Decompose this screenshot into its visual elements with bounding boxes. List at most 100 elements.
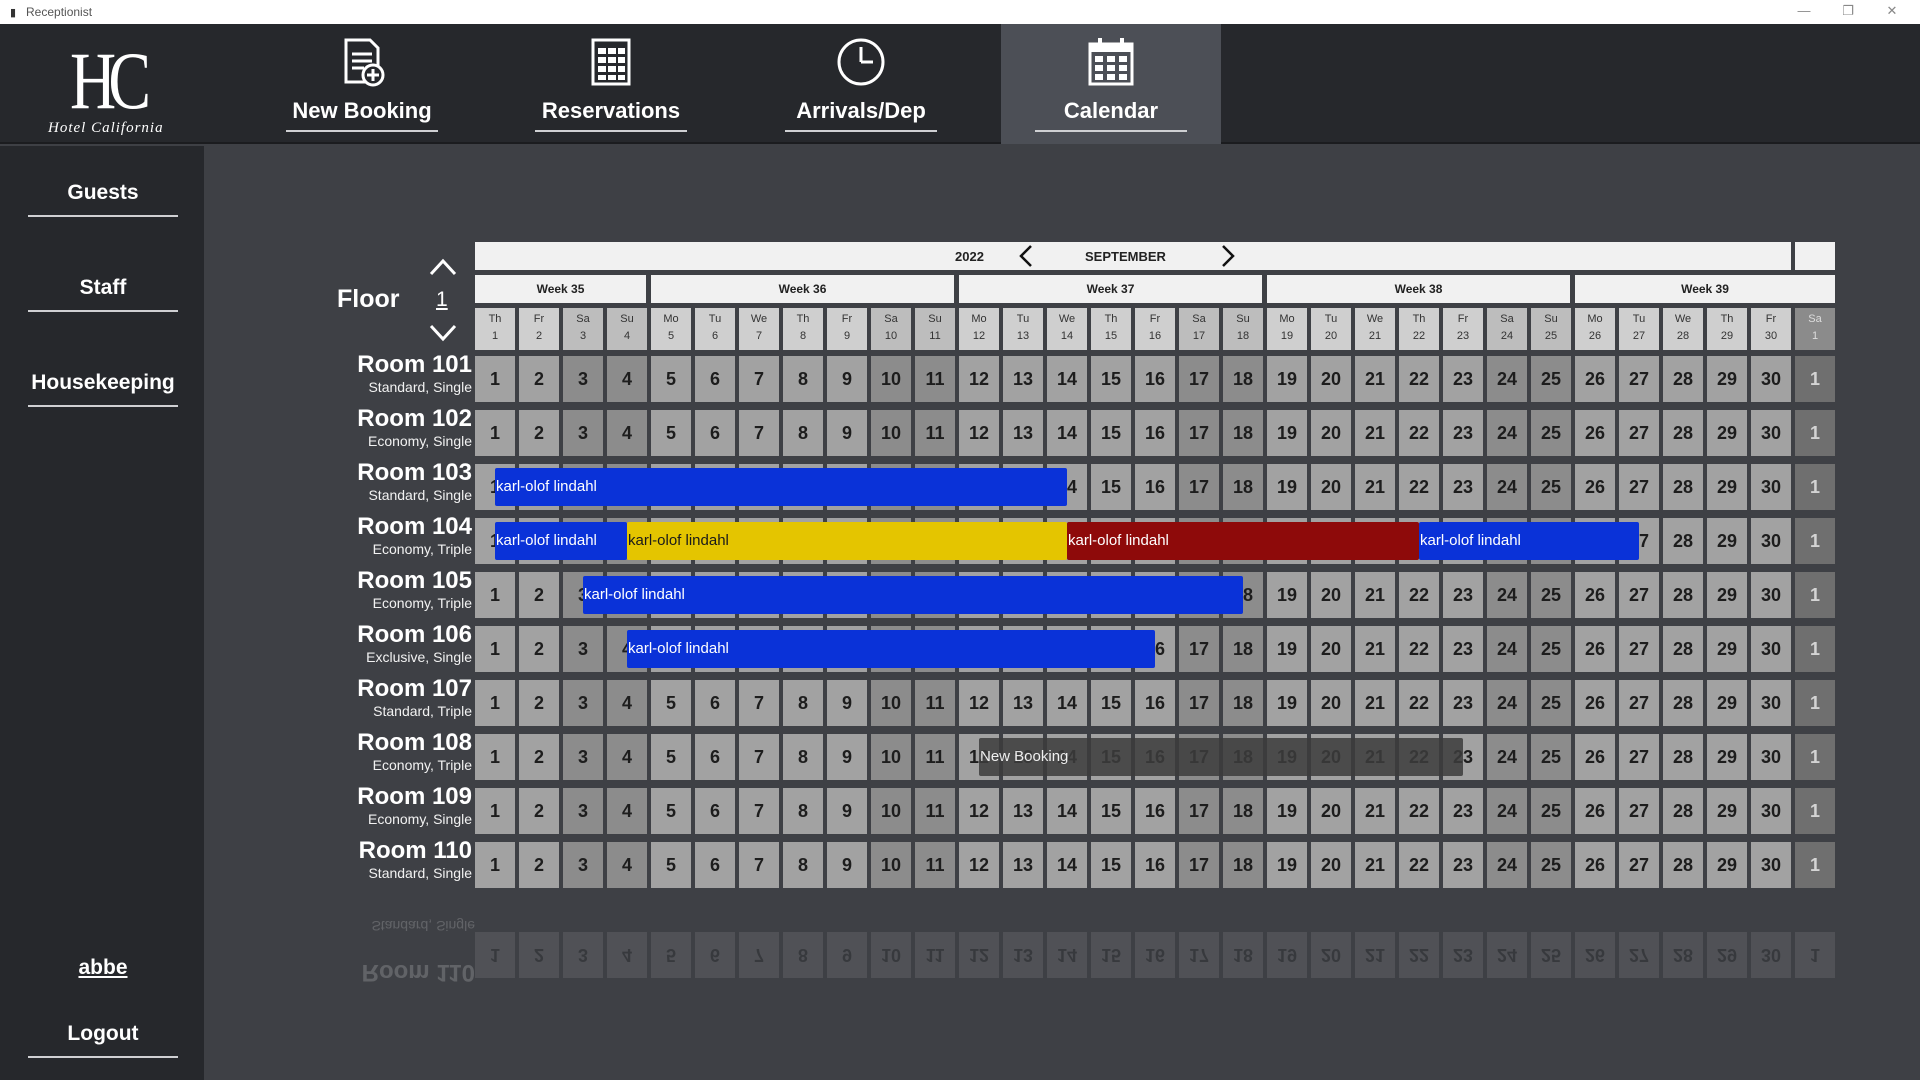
day-cell[interactable]: 10 [871, 356, 911, 402]
sidebar-item-staff[interactable]: Staff [28, 276, 178, 312]
day-cell[interactable]: 22 [1399, 572, 1439, 618]
day-cell[interactable]: 22 [1399, 464, 1439, 510]
current-user-link[interactable]: abbe [28, 956, 178, 980]
day-cell[interactable]: 1 [1795, 626, 1835, 672]
day-cell[interactable]: 22 [1399, 842, 1439, 888]
day-cell[interactable]: 29 [1707, 626, 1747, 672]
booking-bar[interactable]: karl-olof lindahl [627, 630, 1155, 668]
day-cell[interactable]: 23 [1443, 410, 1483, 456]
day-cell[interactable]: 29 [1707, 518, 1747, 564]
day-cell[interactable]: 4 [607, 734, 647, 780]
day-cell[interactable]: 29 [1707, 410, 1747, 456]
day-cell[interactable]: 27 [1619, 734, 1659, 780]
day-cell[interactable]: 2 [519, 410, 559, 456]
day-cell[interactable]: 22 [1399, 626, 1439, 672]
nav-calendar[interactable]: Calendar [1001, 24, 1221, 144]
day-cell[interactable]: 30 [1751, 410, 1791, 456]
day-cell[interactable]: 1 [1795, 464, 1835, 510]
day-cell[interactable]: 18 [1223, 680, 1263, 726]
day-cell[interactable]: 28 [1663, 410, 1703, 456]
day-cell[interactable]: 7 [739, 680, 779, 726]
day-cell[interactable]: 20 [1311, 626, 1351, 672]
day-cell[interactable]: 15 [1091, 680, 1131, 726]
day-cell[interactable]: 5 [651, 842, 691, 888]
day-cell[interactable]: 13 [1003, 788, 1043, 834]
day-cell[interactable]: 2 [519, 680, 559, 726]
booking-bar[interactable]: karl-olof lindahl [1419, 522, 1639, 560]
day-cell[interactable]: 1 [1795, 518, 1835, 564]
day-cell[interactable]: 16 [1135, 410, 1175, 456]
day-cell[interactable]: 19 [1267, 410, 1307, 456]
day-cell[interactable]: 30 [1751, 788, 1791, 834]
day-cell[interactable]: 12 [959, 356, 999, 402]
day-cell[interactable]: 24 [1487, 842, 1527, 888]
day-cell[interactable]: 23 [1443, 788, 1483, 834]
day-cell[interactable]: 23 [1443, 626, 1483, 672]
day-cell[interactable]: 10 [871, 680, 911, 726]
day-cell[interactable]: 21 [1355, 788, 1395, 834]
day-cell[interactable]: 1 [1795, 680, 1835, 726]
day-cell[interactable]: 25 [1531, 410, 1571, 456]
day-cell[interactable]: 25 [1531, 680, 1571, 726]
day-cell[interactable]: 24 [1487, 356, 1527, 402]
day-cell[interactable]: 17 [1179, 788, 1219, 834]
day-cell[interactable]: 30 [1751, 464, 1791, 510]
day-cell[interactable]: 7 [739, 842, 779, 888]
day-cell[interactable]: 8 [783, 842, 823, 888]
day-cell[interactable]: 28 [1663, 356, 1703, 402]
new-booking-selection[interactable]: New Booking [979, 738, 1463, 776]
day-cell[interactable]: 12 [959, 680, 999, 726]
day-cell[interactable]: 20 [1311, 356, 1351, 402]
day-cell[interactable]: 7 [739, 734, 779, 780]
day-cell[interactable]: 1 [1795, 356, 1835, 402]
sidebar-item-housekeeping[interactable]: Housekeeping [28, 371, 178, 407]
day-cell[interactable]: 22 [1399, 680, 1439, 726]
day-cell[interactable]: 11 [915, 788, 955, 834]
day-cell[interactable]: 1 [475, 410, 515, 456]
minimize-icon[interactable]: — [1782, 0, 1826, 24]
restore-icon[interactable]: ❐ [1826, 0, 1870, 24]
day-cell[interactable]: 27 [1619, 680, 1659, 726]
day-cell[interactable]: 10 [871, 734, 911, 780]
day-cell[interactable]: 2 [519, 842, 559, 888]
day-cell[interactable]: 20 [1311, 464, 1351, 510]
booking-bar[interactable]: karl-olof lindahl [495, 522, 627, 560]
day-cell[interactable]: 4 [607, 680, 647, 726]
day-cell[interactable]: 27 [1619, 410, 1659, 456]
day-cell[interactable]: 5 [651, 788, 691, 834]
day-cell[interactable]: 18 [1223, 842, 1263, 888]
day-cell[interactable]: 17 [1179, 680, 1219, 726]
day-cell[interactable]: 15 [1091, 788, 1131, 834]
day-cell[interactable]: 8 [783, 356, 823, 402]
day-cell[interactable]: 27 [1619, 356, 1659, 402]
day-cell[interactable]: 20 [1311, 842, 1351, 888]
day-cell[interactable]: 30 [1751, 680, 1791, 726]
day-cell[interactable]: 13 [1003, 842, 1043, 888]
day-cell[interactable]: 30 [1751, 626, 1791, 672]
day-cell[interactable]: 26 [1575, 842, 1615, 888]
day-cell[interactable]: 7 [739, 410, 779, 456]
day-cell[interactable]: 3 [563, 680, 603, 726]
day-cell[interactable]: 22 [1399, 410, 1439, 456]
day-cell[interactable]: 30 [1751, 842, 1791, 888]
day-cell[interactable]: 26 [1575, 410, 1615, 456]
day-cell[interactable]: 23 [1443, 356, 1483, 402]
day-cell[interactable]: 3 [563, 356, 603, 402]
day-cell[interactable]: 24 [1487, 788, 1527, 834]
day-cell[interactable]: 17 [1179, 842, 1219, 888]
booking-bar[interactable]: karl-olof lindahl [1067, 522, 1419, 560]
day-cell[interactable]: 8 [783, 734, 823, 780]
day-cell[interactable]: 1 [475, 788, 515, 834]
day-cell[interactable]: 27 [1619, 464, 1659, 510]
day-cell[interactable]: 22 [1399, 356, 1439, 402]
day-cell[interactable]: 7 [739, 356, 779, 402]
day-cell[interactable]: 1 [475, 734, 515, 780]
day-cell[interactable]: 5 [651, 680, 691, 726]
day-cell[interactable]: 19 [1267, 680, 1307, 726]
day-cell[interactable]: 1 [475, 572, 515, 618]
day-cell[interactable]: 29 [1707, 464, 1747, 510]
day-cell[interactable]: 28 [1663, 572, 1703, 618]
day-cell[interactable]: 25 [1531, 788, 1571, 834]
day-cell[interactable]: 1 [475, 842, 515, 888]
day-cell[interactable]: 16 [1135, 680, 1175, 726]
